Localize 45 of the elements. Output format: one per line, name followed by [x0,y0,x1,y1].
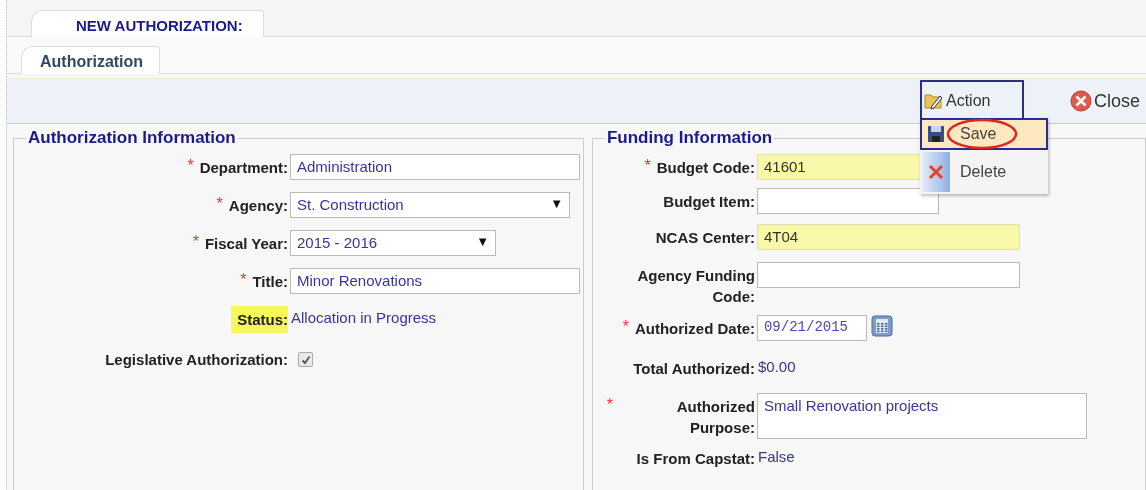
required-mark: * [240,271,247,289]
dropdown-field[interactable]: 2015 - 2016 ▼ [290,230,496,256]
field-label: Budget Item: [663,192,755,212]
section-title: Authorization Information [27,128,237,148]
menu-item[interactable]: Save [920,118,1048,150]
field-label: Department: [199,158,288,178]
field-label: Authorized Purpose: [675,397,755,438]
field-value: $0.00 [757,357,796,375]
text-field[interactable]: Minor Renovations [290,268,580,294]
field-value: Allocation in Progress [291,308,437,326]
field-label: Budget Code: [656,158,755,178]
required-mark: * [622,318,629,336]
required-mark: * [187,157,194,175]
field-label: Agency Funding Code: [636,266,755,307]
required-mark: * [192,233,199,251]
field-label: Status: [231,306,288,333]
field-label: Total Authorized: [633,359,755,379]
tab[interactable]: Authorization [21,46,161,74]
text-field[interactable]: Administration [290,154,580,180]
text-field[interactable]: 4T04 [756,224,1020,250]
folder-pencil-icon [923,91,944,111]
delete-icon [928,164,944,180]
field-label: NCAS Center: [655,228,755,248]
field-label: Agency: [228,196,288,216]
field-label: Legislative Authorization: [105,350,288,370]
field-value: False [757,447,795,465]
dropdown-field[interactable]: St. Construction ▼ [290,192,570,218]
menu-item[interactable]: Delete [920,150,1048,194]
close-button[interactable]: Close [1069,79,1140,123]
field-label: Title: [252,272,288,292]
tab[interactable]: NEW AUTHORIZATION: [31,10,264,37]
close-icon [1069,90,1092,112]
field-label: Fiscal Year: [204,234,288,254]
date-field[interactable]: 09/21/2015 [756,315,867,341]
calendar-icon[interactable] [870,315,893,337]
required-mark: * [216,195,223,213]
text-area[interactable]: Small Renovation projects [756,393,1087,439]
required-mark: * [644,157,651,175]
section-title: Funding Information [605,128,774,148]
text-field[interactable] [756,262,1020,288]
required-mark: * [606,396,613,414]
text-field[interactable] [756,188,939,214]
field-label: Authorized Date: [634,319,755,339]
field-label: Is From Capstat: [636,449,755,469]
checkbox[interactable] [298,352,313,367]
